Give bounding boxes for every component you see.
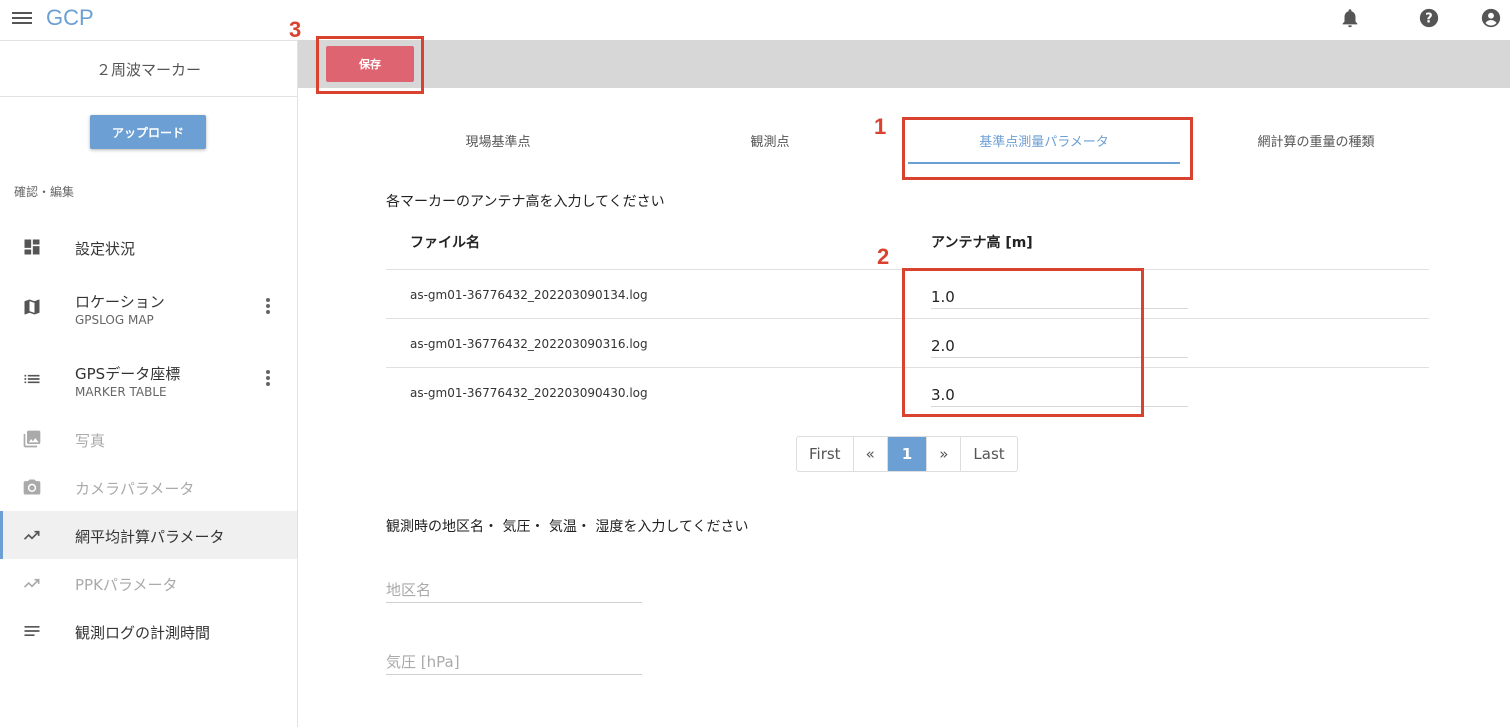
help-icon[interactable]: ? xyxy=(1418,7,1440,29)
list-icon xyxy=(22,369,42,389)
sidebar-item-location[interactable]: ロケーション GPSLOG MAP xyxy=(0,283,297,331)
page-current-button[interactable]: 1 xyxy=(887,437,928,471)
tab-network-weight-types[interactable]: 網計算の重量の種類 xyxy=(1216,131,1416,155)
active-tab-indicator xyxy=(908,162,1180,164)
table-divider xyxy=(386,318,1429,319)
sidebar-item-gps-data[interactable]: GPSデータ座標 MARKER TABLE xyxy=(0,355,297,403)
sidebar-item-label: PPKパラメータ xyxy=(75,576,178,594)
more-vert-icon[interactable] xyxy=(262,369,274,389)
tab-observation-points[interactable]: 観測点 xyxy=(670,131,870,155)
pressure-input[interactable] xyxy=(386,649,642,675)
table-cell-file: as-gm01-36776432_202203090316.log xyxy=(410,337,648,351)
annotation-number: 3 xyxy=(289,17,302,42)
upload-button[interactable]: アップロード xyxy=(90,115,206,149)
sidebar-item-label: 写真 xyxy=(75,432,106,450)
annotation-number: 2 xyxy=(877,244,890,269)
app-title: GCP xyxy=(46,5,94,30)
antenna-height-input[interactable] xyxy=(931,383,1188,407)
sidebar-item-photos[interactable]: 写真 xyxy=(0,415,297,463)
menu-icon[interactable] xyxy=(12,10,32,26)
save-button[interactable]: 保存 xyxy=(326,46,414,82)
account-icon[interactable] xyxy=(1480,7,1502,29)
sidebar-item-label: ロケーション xyxy=(75,293,165,311)
sidebar-item-log-time[interactable]: 観測ログの計測時間 xyxy=(0,607,297,655)
sidebar-item-label: GPSデータ座標 xyxy=(75,365,181,383)
sidebar-item-camera-params[interactable]: カメラパラメータ xyxy=(0,463,297,511)
column-header-file: ファイル名 xyxy=(410,235,480,251)
page-prev-button[interactable]: « xyxy=(854,437,888,471)
more-vert-icon[interactable] xyxy=(262,297,274,317)
tab-site-reference-points[interactable]: 現場基準点 xyxy=(398,131,598,155)
sidebar: ２周波マーカー アップロード 確認・編集 設定状況 ロケーション GPSLOG … xyxy=(0,40,298,727)
column-header-antenna-height: アンテナ高 [m] xyxy=(931,235,1033,251)
photo-icon xyxy=(22,429,42,449)
page-next-button[interactable]: » xyxy=(927,437,962,471)
sidebar-item-label: カメラパラメータ xyxy=(75,480,195,498)
table-divider xyxy=(386,367,1429,368)
project-name: ２周波マーカー xyxy=(0,41,297,97)
trending-icon xyxy=(22,573,42,593)
pagination: First « 1 » Last xyxy=(796,436,1018,472)
camera-icon xyxy=(22,477,42,497)
observation-instruction: 観測時の地区名・ 気圧・ 気温・ 湿度を入力してください xyxy=(386,519,749,535)
map-icon xyxy=(22,297,42,317)
sidebar-item-network-adjustment[interactable]: 網平均計算パラメータ xyxy=(0,511,297,559)
antenna-instruction: 各マーカーのアンテナ高を入力してください xyxy=(386,194,665,210)
sidebar-item-sublabel: MARKER TABLE xyxy=(75,385,167,399)
sidebar-item-sublabel: GPSLOG MAP xyxy=(75,313,154,327)
action-toolbar: 保存 xyxy=(298,40,1510,88)
sidebar-item-label: 設定状況 xyxy=(75,240,136,258)
table-divider xyxy=(386,269,1429,270)
table-cell-file: as-gm01-36776432_202203090430.log xyxy=(410,386,648,400)
sidebar-item-settings-status[interactable]: 設定状況 xyxy=(0,223,297,271)
antenna-height-input[interactable] xyxy=(931,285,1188,309)
top-app-bar: GCP ? xyxy=(0,0,1510,40)
tab-survey-parameters[interactable]: 基準点測量パラメータ xyxy=(908,131,1180,155)
section-label: 確認・編集 xyxy=(14,185,75,199)
dashboard-icon xyxy=(22,237,42,257)
sidebar-item-ppk-params[interactable]: PPKパラメータ xyxy=(0,559,297,607)
page-last-button[interactable]: Last xyxy=(961,437,1016,471)
svg-text:?: ? xyxy=(1425,12,1432,27)
bell-icon[interactable] xyxy=(1339,7,1361,29)
annotation-number: 1 xyxy=(874,114,887,139)
sidebar-item-label: 観測ログの計測時間 xyxy=(75,624,211,642)
page-first-button[interactable]: First xyxy=(797,437,854,471)
antenna-height-input[interactable] xyxy=(931,334,1188,358)
trending-icon xyxy=(22,525,42,545)
sidebar-item-label: 網平均計算パラメータ xyxy=(75,528,225,546)
notes-icon xyxy=(22,621,42,641)
table-cell-file: as-gm01-36776432_202203090134.log xyxy=(410,288,648,302)
district-name-input[interactable] xyxy=(386,577,642,603)
